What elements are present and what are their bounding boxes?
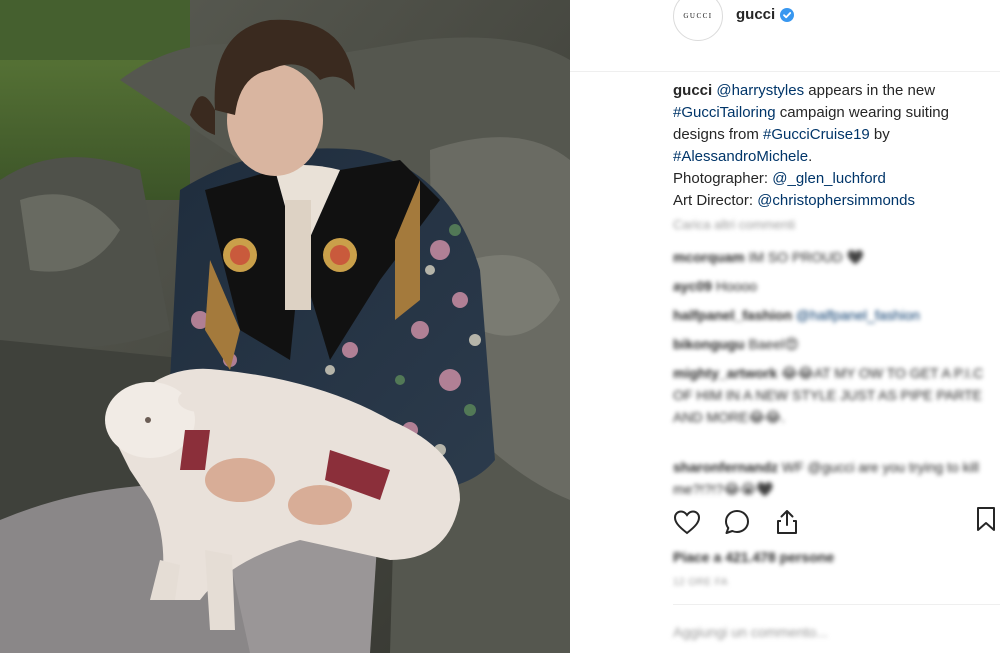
add-comment-input[interactable]: Aggiungi un commento... (673, 624, 828, 640)
photographer-link[interactable]: @_glen_luchford (772, 170, 886, 187)
comment-item: bikongugu Baeel😍 (673, 333, 993, 355)
post-date: 12 ORE FA (673, 577, 729, 588)
caption-username[interactable]: gucci (673, 82, 712, 99)
post-header: GUCCI gucci (570, 0, 1000, 72)
comment-username[interactable]: sharonfernandz (673, 459, 778, 475)
comment-item: mighty_artwork 😂😂AT MY OW TO GET A P.I.C… (673, 362, 993, 428)
bookmark-icon (977, 507, 995, 531)
comment-username[interactable]: ayc09 (673, 278, 712, 294)
like-button[interactable] (670, 505, 704, 539)
post-actions (670, 505, 804, 539)
comment-icon (725, 510, 749, 534)
caption-part[interactable]: #GucciCruise19 (763, 126, 870, 143)
comment-username[interactable]: bikongugu (673, 336, 745, 352)
likes-count[interactable]: Piace a 421.478 persone (673, 549, 834, 565)
avatar-text: GUCCI (683, 12, 713, 20)
photo-illustration (0, 0, 570, 653)
post-caption: gucci @harrystyles appears in the new #G… (673, 80, 993, 212)
post-side-panel: GUCCI gucci gucci @harrystyles appears i… (570, 0, 1000, 653)
load-more-comments[interactable]: Carica altri commenti (673, 217, 795, 232)
post-photo[interactable] (0, 0, 570, 653)
caption-part: appears in the new (804, 82, 936, 99)
comment-username[interactable]: halfpanel_fashion (673, 307, 792, 323)
avatar[interactable]: GUCCI (673, 0, 723, 41)
caption-part: . (808, 148, 813, 165)
art-director-link[interactable]: @christophersimmonds (757, 192, 915, 209)
post-username[interactable]: gucci (736, 6, 775, 23)
verified-badge-icon (780, 8, 794, 22)
comment-text: Baeel😍 (748, 336, 799, 352)
caption-part[interactable]: @harrystyles (716, 82, 804, 99)
comment-text: IM SO PROUD 🖤 (748, 249, 864, 265)
caption-part: by (869, 126, 890, 143)
comment-username[interactable]: mcorquam (673, 249, 745, 265)
comment-text[interactable]: @halfpanel_fashion (796, 307, 920, 323)
share-icon (777, 510, 797, 534)
divider (673, 604, 1000, 605)
comment-item: halfpanel_fashion @halfpanel_fashion (673, 304, 993, 326)
save-button[interactable] (975, 505, 1000, 539)
comment-item: mcorquam IM SO PROUD 🖤 (673, 246, 993, 268)
comment-username[interactable]: mighty_artwork (673, 365, 777, 381)
art-director-label: Art Director: (673, 192, 758, 209)
caption-text: @harrystyles appears in the new #GucciTa… (673, 82, 949, 165)
photographer-label: Photographer: (673, 170, 773, 187)
heart-icon (673, 510, 701, 535)
comment-text: Hoooo (715, 278, 758, 294)
caption-part[interactable]: #AlessandroMichele (673, 148, 808, 165)
comment-button[interactable] (720, 505, 754, 539)
comment-item: ayc09 Hoooo (673, 275, 993, 297)
share-button[interactable] (770, 505, 804, 539)
caption-part[interactable]: #GucciTailoring (673, 104, 776, 121)
comment-item: sharonfernandz WF @gucci are you trying … (673, 456, 993, 500)
